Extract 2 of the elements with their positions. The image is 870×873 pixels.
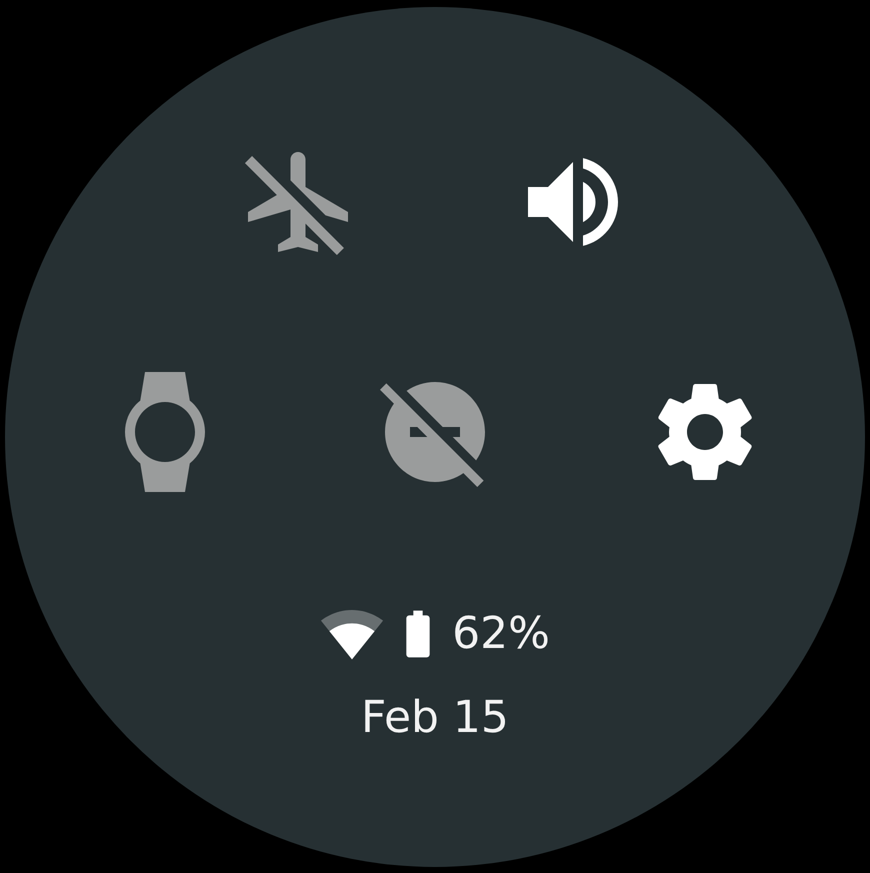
battery-percentage: 62% <box>452 608 550 659</box>
date-text: Feb 15 <box>361 692 509 742</box>
